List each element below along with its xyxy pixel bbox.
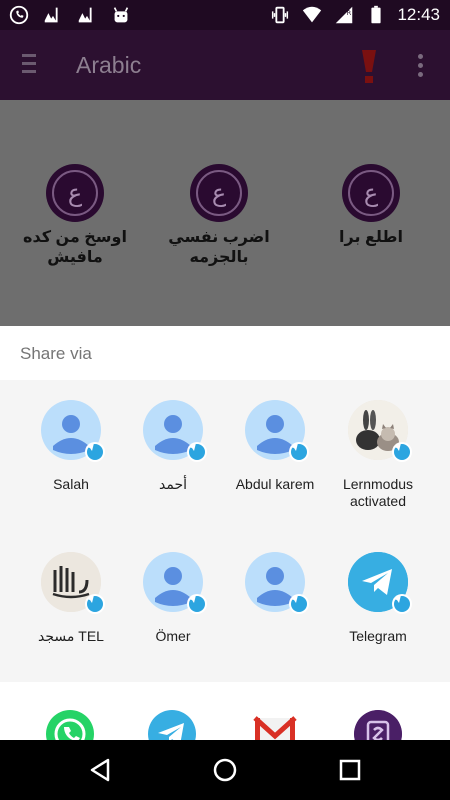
avatar [41,552,105,614]
telegram-badge-icon [289,442,309,462]
wifi-icon [303,6,322,23]
image-icon [78,7,92,23]
overflow-menu-icon[interactable] [418,54,426,78]
android-icon [113,7,129,23]
telegram-badge-icon [187,442,207,462]
svg-text:R: R [347,9,352,17]
contact-name: Ömer [155,628,191,644]
sheet-header: Share via [0,326,450,380]
avatar [41,400,105,462]
navigation-bar [0,740,450,800]
share-target-contact[interactable]: Ömer [117,552,229,645]
contact-name: Salah [53,476,89,492]
tile-label: اضرب نفسي بالجزمه [168,229,270,266]
share-target-telegram[interactable]: Telegram [322,552,434,645]
contact-name: أحمد [159,476,187,492]
telegram-badge-icon [85,594,105,614]
avatar [245,552,309,614]
status-bar: R 12:43 [0,0,450,30]
tile-icon: ع [342,164,400,222]
telegram-icon[interactable] [148,710,196,740]
share-target-contact[interactable]: Lernmodus activated [322,400,434,510]
grid-tile[interactable]: ع اضرب نفسي بالجزمه [144,164,294,268]
tile-icon: ع [190,164,248,222]
avatar [143,400,207,462]
back-icon[interactable] [86,756,114,784]
home-icon[interactable] [211,756,239,784]
avatar [245,400,309,462]
menu-icon[interactable] [22,54,40,76]
contact-name: Abdul karem [235,476,315,492]
apps-row [0,682,450,740]
telegram-badge-icon [392,594,412,614]
telegram-badge-icon [289,594,309,614]
contact-name: مسجد TEL [38,628,104,644]
share-target-contact[interactable]: Salah [15,400,127,493]
grid-tile[interactable]: ع اطلع برا [296,164,446,248]
tile-icon: ع [46,164,104,222]
alert-icon[interactable] [360,48,378,84]
sheet-title: Share via [20,344,92,363]
vibrate-icon [272,6,289,24]
grid-tile[interactable]: ع اوسخ من كده مافيش [0,164,150,268]
share-target-contact[interactable]: أحمد [117,400,229,493]
share-target-contact[interactable]: مسجد TEL [15,552,127,645]
contact-name: Telegram [349,628,407,644]
signal-icon: R [336,6,353,24]
telegram-badge-icon [392,442,412,462]
avatar [143,552,207,614]
share-target-contact[interactable] [219,552,331,628]
gmail-icon[interactable] [251,710,299,740]
share-sheet: Share via Salah أحمد Abdul karem Lernmod… [0,326,450,740]
battery-icon [371,5,382,24]
app-icon[interactable] [354,710,402,740]
share-target-contact[interactable]: Abdul karem [219,400,331,493]
status-time: 12:43 [397,5,440,24]
tile-label: اوسخ من كده مافيش [23,229,127,266]
app-bar: Arabic [0,30,450,100]
dimmed-content: ع اوسخ من كده مافيش ع اضرب نفسي بالجزمه … [0,100,450,326]
telegram-badge-icon [85,442,105,462]
telegram-badge-icon [187,594,207,614]
recents-icon[interactable] [336,756,364,784]
whatsapp-icon[interactable] [46,710,94,740]
avatar [348,400,412,462]
app-title: Arabic [76,52,142,78]
contact-name: Lernmodus activated [342,476,414,509]
image-icon [44,7,58,23]
avatar [348,552,412,614]
tile-label: اطلع برا [339,229,403,246]
whatsapp-icon [9,5,29,25]
